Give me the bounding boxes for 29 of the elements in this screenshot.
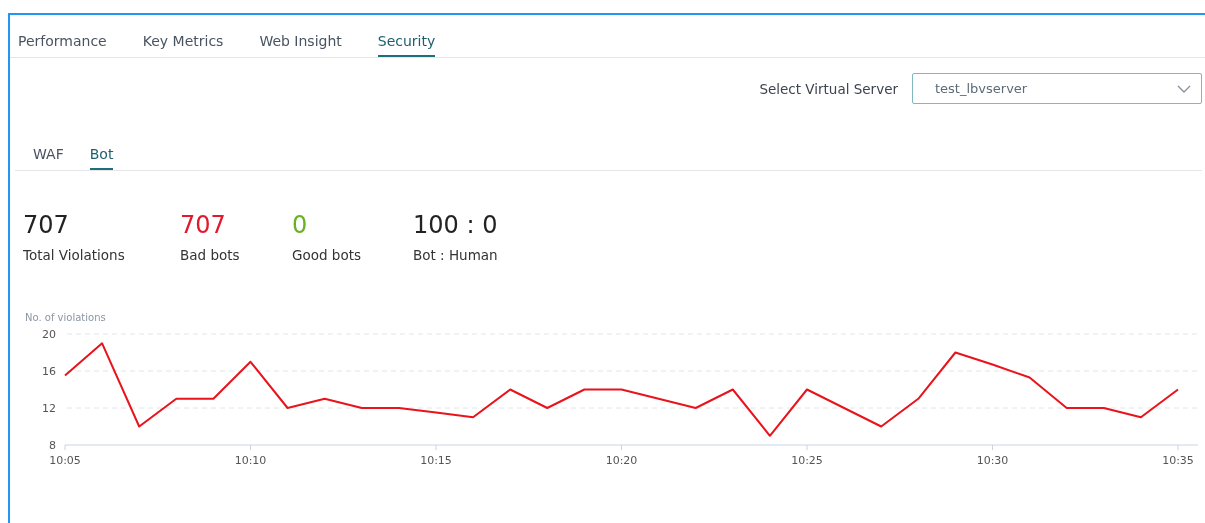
x-tick-label: 10:25 (791, 454, 823, 467)
y-tick-label: 8 (49, 439, 56, 452)
tab[interactable]: Web Insight (259, 33, 342, 57)
stat-label: Bot : Human (413, 247, 498, 263)
chevron-down-icon (1177, 84, 1191, 93)
stat-label: Total Violations (23, 247, 126, 263)
x-tick-label: 10:20 (605, 454, 638, 467)
y-tick-label: 12 (42, 402, 56, 415)
x-tick-label: 10:10 (234, 454, 267, 467)
tab[interactable]: Key Metrics (142, 33, 224, 57)
stat-value: 100 : 0 (413, 211, 498, 239)
tab[interactable]: Security (377, 33, 436, 57)
stat-value: 707 (23, 211, 70, 239)
sub-tab[interactable]: WAF (33, 146, 64, 170)
stat-value: 0 (292, 211, 309, 239)
virtual-server-dropdown[interactable]: test_lbvserver (912, 73, 1202, 104)
x-tick-label: 10:05 (49, 454, 81, 467)
sub-tab[interactable]: Bot (89, 146, 114, 170)
x-tick-label: 10:35 (1162, 454, 1194, 467)
stat-value: 707 (180, 211, 227, 239)
x-tick-label: 10:30 (976, 454, 1009, 467)
stat-label: Bad bots (180, 247, 241, 263)
stat-label: Good bots (292, 247, 362, 263)
y-tick-label: 20 (42, 328, 56, 341)
y-tick-label: 16 (42, 365, 56, 378)
tab[interactable]: Performance (18, 33, 107, 57)
y-axis-title: No. of violations (25, 312, 106, 323)
select-label: Select Virtual Server (759, 80, 898, 97)
x-tick-label: 10:15 (420, 454, 452, 467)
